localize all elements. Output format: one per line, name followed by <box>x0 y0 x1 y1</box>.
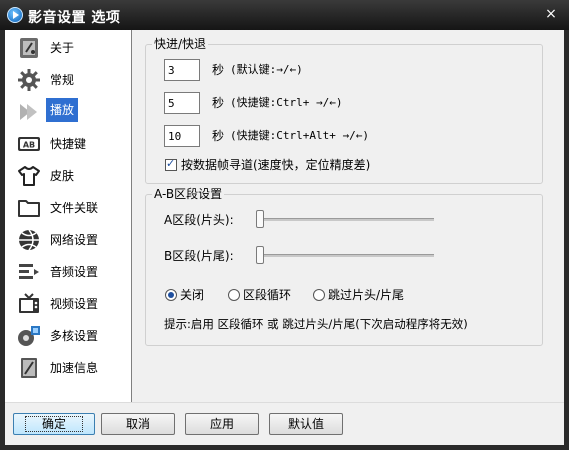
a-section-slider-thumb[interactable] <box>256 210 264 228</box>
seek-step-input-ctrl[interactable] <box>164 92 200 114</box>
app-logo-icon <box>7 7 23 23</box>
ab-option-skip-label: 跳过片头/片尾 <box>328 288 405 302</box>
ab-hint-text: 提示:启用 区段循环 或 跳过片头/片尾(下次启动程序将无效) <box>164 317 468 331</box>
svg-text:AB: AB <box>23 141 35 150</box>
seek-unit-label: 秒 <box>212 63 225 77</box>
seek-group-title: 快进/快退 <box>152 37 209 51</box>
title-bar[interactable]: 影音设置 选项 × <box>0 0 569 30</box>
sidebar-item-label: 常规 <box>50 73 75 87</box>
tv-icon <box>17 292 41 316</box>
sidebar-item-label: 加速信息 <box>50 361 99 375</box>
sidebar-item-label: 音频设置 <box>50 265 99 279</box>
accelerate-icon <box>17 356 41 380</box>
sidebar-item-label: 关于 <box>50 41 75 55</box>
sidebar-item-label: 视频设置 <box>50 297 99 311</box>
tshirt-icon <box>17 164 41 188</box>
audio-icon <box>17 260 41 284</box>
default-button[interactable]: 默认值 <box>269 413 343 435</box>
window-title: 影音设置 选项 <box>28 10 121 26</box>
b-section-slider-thumb[interactable] <box>256 246 264 264</box>
sidebar-item-label: 网络设置 <box>50 233 99 247</box>
seek-hint-ctrl-alt: (快捷键:Ctrl+Alt+ →/←) <box>230 129 369 142</box>
gear-icon <box>17 68 41 92</box>
sidebar: 关于 常规 播放 AB 快捷键 皮肤 文件关联 网络设置 音频设置 视频设置 多… <box>5 30 132 402</box>
a-section-slider-track[interactable] <box>256 218 434 221</box>
play-icon <box>17 100 41 124</box>
keyboard-icon: AB <box>17 132 41 156</box>
sidebar-item-acceleration[interactable]: 加速信息 <box>5 352 131 384</box>
button-bar: 确定 取消 应用 默认值 <box>5 402 564 445</box>
sidebar-item-label: 皮肤 <box>50 169 75 183</box>
sidebar-item-file-assoc[interactable]: 文件关联 <box>5 192 131 224</box>
ok-button-label: 确定 <box>24 416 83 432</box>
network-icon <box>17 228 41 252</box>
settings-window: 影音设置 选项 × 关于 常规 播放 AB 快捷键 皮肤 文件关联 网络设置 音… <box>0 0 569 450</box>
sidebar-item-label: 快捷键 <box>50 137 87 151</box>
sidebar-item-label: 播放 <box>46 98 79 122</box>
b-section-slider-track[interactable] <box>256 254 434 257</box>
a-section-label: A区段(片头): <box>164 213 234 227</box>
apply-button[interactable]: 应用 <box>185 413 259 435</box>
sidebar-item-skin[interactable]: 皮肤 <box>5 160 131 192</box>
seek-group: 快进/快退 秒 (默认键:→/←) 秒 (快捷键:Ctrl+ →/←) 秒 (快… <box>145 37 543 184</box>
sidebar-item-about[interactable]: 关于 <box>5 32 131 64</box>
ok-button[interactable]: 确定 <box>13 413 95 435</box>
seek-hint-ctrl: (快捷键:Ctrl+ →/←) <box>230 96 343 109</box>
sidebar-item-hotkeys[interactable]: AB 快捷键 <box>5 128 131 160</box>
seek-unit-label: 秒 <box>212 96 225 110</box>
seek-step-input-default[interactable] <box>164 59 200 81</box>
ab-group-title: A-B区段设置 <box>152 187 225 201</box>
sidebar-item-label: 文件关联 <box>50 201 99 215</box>
multicore-icon <box>17 324 41 348</box>
ab-option-loop-label: 区段循环 <box>243 288 292 302</box>
sidebar-item-video[interactable]: 视频设置 <box>5 288 131 320</box>
keyframe-seek-label: 按数据帧寻道(速度快，定位精度差) <box>181 158 371 172</box>
b-section-label: B区段(片尾): <box>164 249 234 263</box>
ab-option-off-label: 关闭 <box>180 288 205 302</box>
seek-unit-label: 秒 <box>212 129 225 143</box>
sidebar-item-general[interactable]: 常规 <box>5 64 131 96</box>
folder-icon <box>17 196 41 220</box>
sidebar-item-label: 多核设置 <box>50 329 99 343</box>
seek-hint-default: (默认键:→/←) <box>230 63 303 76</box>
ab-group: A-B区段设置 A区段(片头): B区段(片尾): 关闭 区段循环 跳过片头/片… <box>145 187 543 346</box>
seek-step-input-ctrl-alt[interactable] <box>164 125 200 147</box>
about-icon <box>17 36 41 60</box>
close-button[interactable]: × <box>543 6 559 22</box>
ab-option-loop-radio[interactable] <box>228 289 240 301</box>
keyframe-seek-checkbox[interactable] <box>165 157 177 171</box>
cancel-button[interactable]: 取消 <box>101 413 175 435</box>
dialog-body: 关于 常规 播放 AB 快捷键 皮肤 文件关联 网络设置 音频设置 视频设置 多… <box>5 30 564 445</box>
ab-option-off-radio[interactable] <box>165 289 177 301</box>
sidebar-item-playback[interactable]: 播放 <box>5 96 131 128</box>
sidebar-item-network[interactable]: 网络设置 <box>5 224 131 256</box>
ab-option-skip-radio[interactable] <box>313 289 325 301</box>
sidebar-item-multicore[interactable]: 多核设置 <box>5 320 131 352</box>
sidebar-item-audio[interactable]: 音频设置 <box>5 256 131 288</box>
